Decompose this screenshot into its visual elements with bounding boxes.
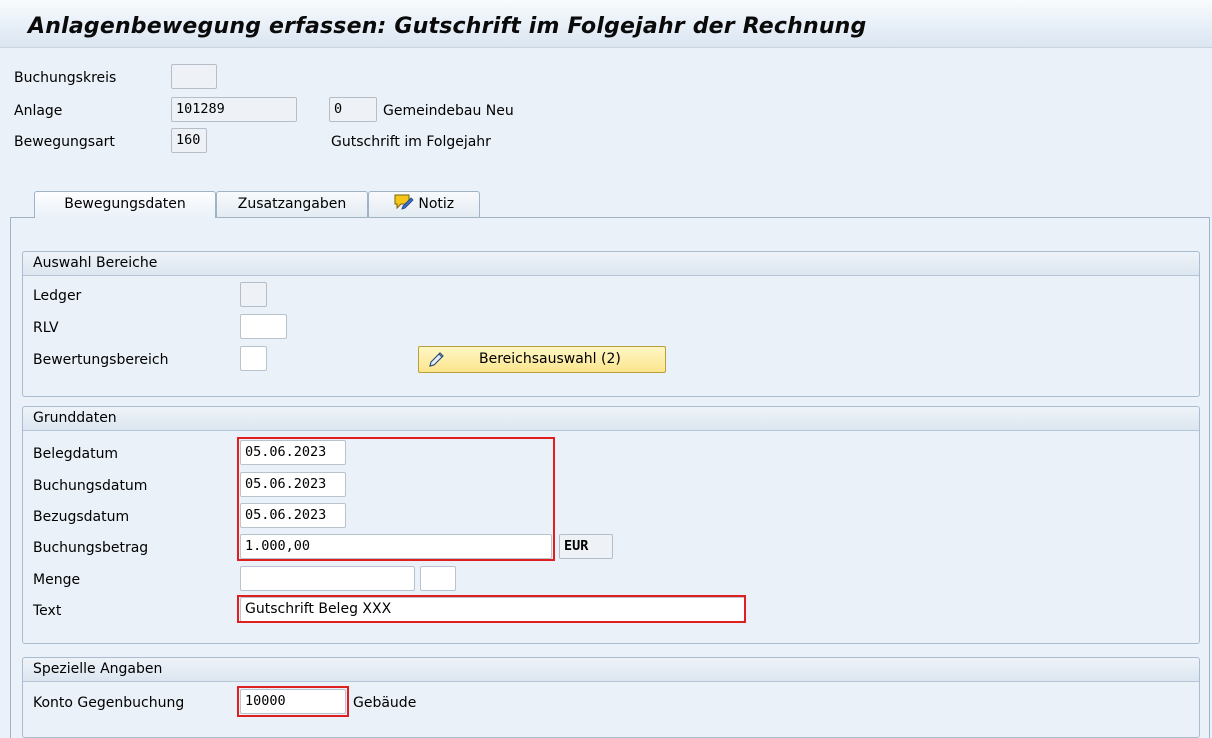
page-title: Anlagenbewegung erfassen: Gutschrift im … (28, 14, 867, 39)
ledger-label: Ledger (33, 288, 82, 304)
tab-label: Bewegungsdaten (64, 196, 186, 212)
unternummer-field[interactable]: 0 (329, 97, 377, 122)
bezugsdatum-label: Bezugsdatum (33, 509, 130, 525)
tab-label: Notiz (418, 196, 455, 212)
text-label: Text (33, 603, 62, 619)
group-header: Auswahl Bereiche (23, 252, 1199, 276)
belegdatum-label: Belegdatum (33, 446, 119, 462)
highlight-box-text (237, 595, 746, 623)
tab-label: Zusatzangaben (237, 196, 347, 212)
tab-notiz[interactable]: Notiz (368, 191, 480, 217)
tab-zusatzangaben[interactable]: Zusatzangaben (216, 191, 368, 217)
buchungsbetrag-label: Buchungsbetrag (33, 540, 149, 556)
menge-field[interactable] (240, 566, 415, 591)
button-label: Bereichsauswahl (2) (479, 351, 621, 367)
rlv-label: RLV (33, 320, 59, 336)
group-header: Grunddaten (23, 407, 1199, 431)
group-spezielle-angaben: Spezielle Angaben (22, 657, 1200, 738)
buchungskreis-label: Buchungskreis (14, 70, 117, 86)
note-pencil-icon (394, 193, 414, 219)
ledger-field[interactable] (240, 282, 267, 307)
highlight-box-konto (237, 686, 349, 717)
bewertungsbereich-label: Bewertungsbereich (33, 352, 169, 368)
pencil-icon (427, 351, 445, 369)
group-title: Auswahl Bereiche (33, 255, 158, 271)
title-bar: Anlagenbewegung erfassen: Gutschrift im … (0, 0, 1212, 48)
bewegungsart-field[interactable]: 160 (171, 128, 207, 153)
konto-description: Gebäude (353, 695, 417, 711)
anlage-description: Gemeindebau Neu (383, 103, 514, 119)
buchungskreis-field[interactable] (171, 64, 217, 89)
anlage-label: Anlage (14, 103, 63, 119)
group-title: Spezielle Angaben (33, 661, 163, 677)
group-auswahl-bereiche: Auswahl Bereiche (22, 251, 1200, 397)
buchungsdatum-label: Buchungsdatum (33, 478, 148, 494)
anlage-field[interactable]: 101289 (171, 97, 297, 122)
bewegungsart-description: Gutschrift im Folgejahr (331, 134, 491, 150)
currency-field[interactable]: EUR (559, 534, 613, 559)
bewertungsbereich-field[interactable] (240, 346, 267, 371)
bereichsauswahl-button[interactable]: Bereichsauswahl (2) (418, 346, 666, 373)
rlv-field[interactable] (240, 314, 287, 339)
tab-bewegungsdaten[interactable]: Bewegungsdaten (34, 191, 216, 218)
group-title: Grunddaten (33, 410, 117, 426)
bewegungsart-label: Bewegungsart (14, 134, 115, 150)
konto-gegenbuchung-label: Konto Gegenbuchung (33, 695, 185, 711)
menge-label: Menge (33, 572, 81, 588)
mengeneinheit-field[interactable] (420, 566, 456, 591)
highlight-box-dates-amount (237, 437, 555, 561)
group-header: Spezielle Angaben (23, 658, 1199, 682)
